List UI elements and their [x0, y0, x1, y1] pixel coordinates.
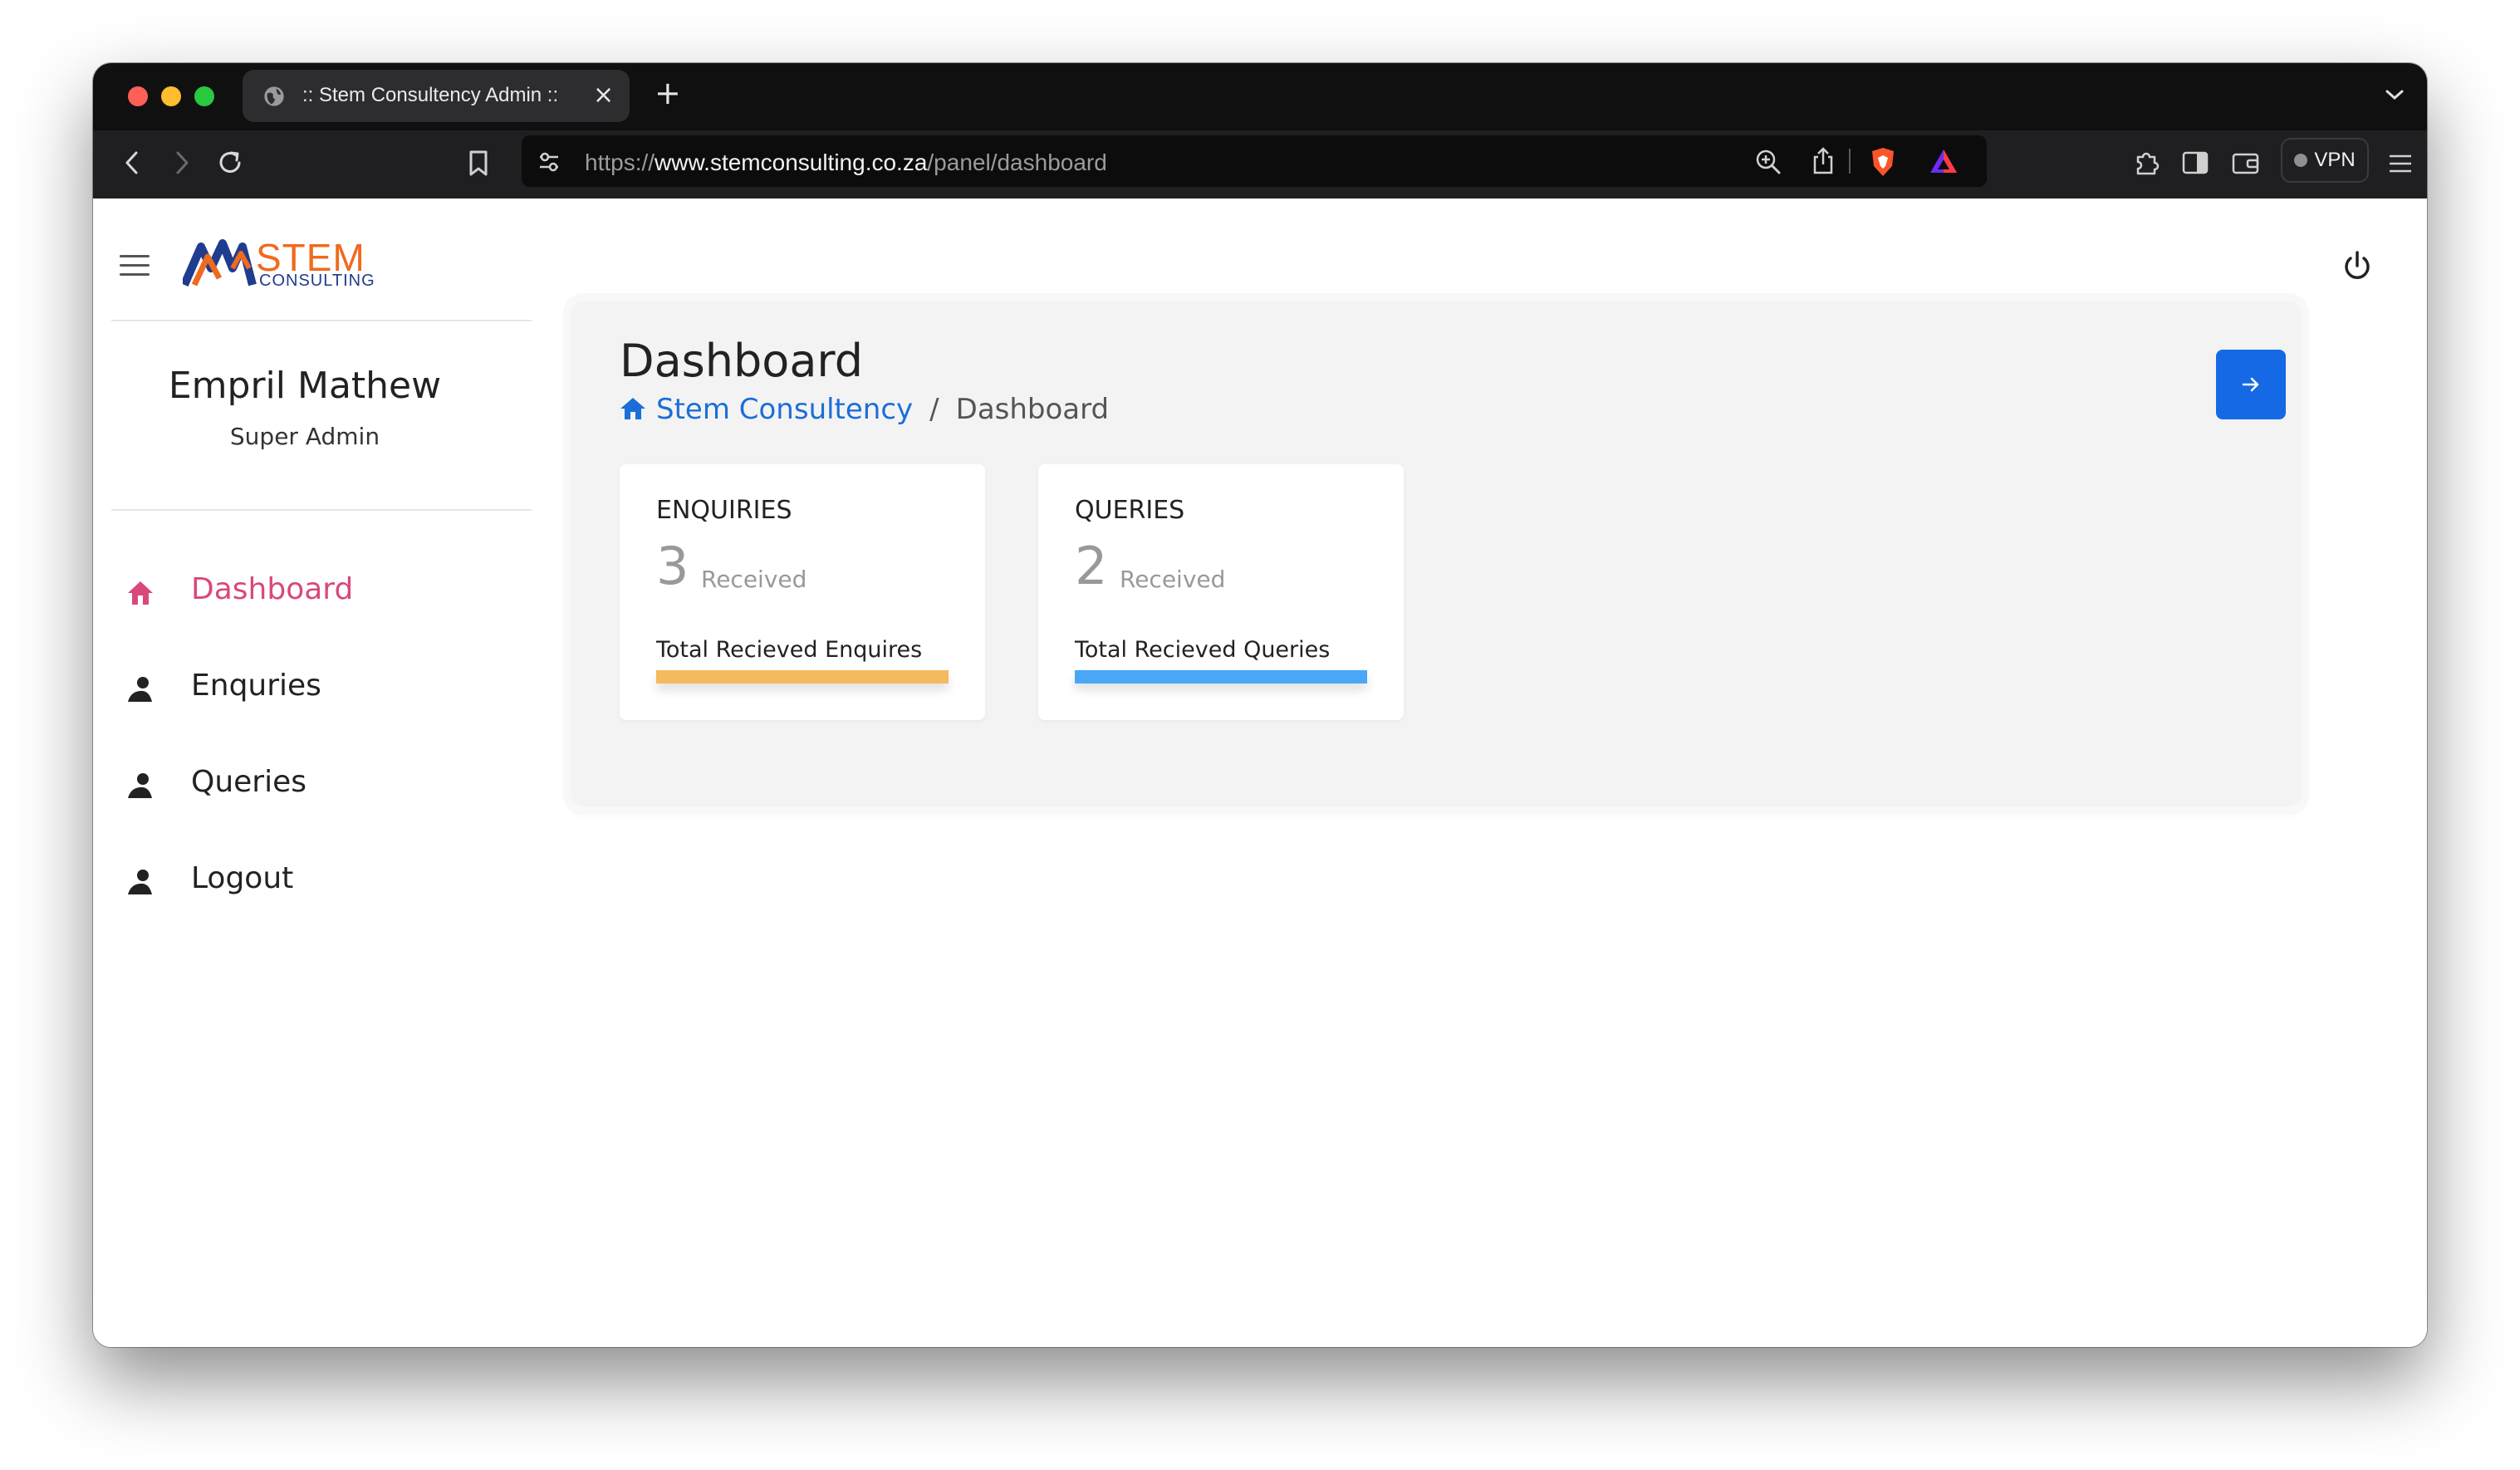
user-icon [128, 773, 152, 798]
sidebar-divider [111, 320, 532, 321]
brave-shields-icon[interactable] [1869, 146, 1897, 178]
home-icon[interactable] [620, 396, 646, 421]
minimize-window-button[interactable] [161, 86, 181, 106]
hamburger-icon[interactable] [120, 255, 150, 277]
enquiries-card[interactable]: ENQUIRIES 3 Received Total Recieved Enqu… [620, 464, 985, 720]
bookmark-icon[interactable] [467, 149, 490, 179]
extensions-icon[interactable] [2131, 149, 2161, 179]
site-settings-icon[interactable] [537, 149, 561, 174]
chevron-down-icon[interactable] [2384, 86, 2405, 103]
sidebar-item-label: Enquries [191, 669, 321, 703]
forward-action-button[interactable] [2216, 350, 2286, 419]
card-progress-bar [1075, 670, 1367, 684]
page-title: Dashboard [620, 335, 863, 387]
sidebar-item-logout[interactable]: Logout [126, 858, 525, 908]
user-name: Empril Mathew [168, 365, 442, 407]
close-window-button[interactable] [128, 86, 148, 106]
breadcrumb-home-link[interactable]: Stem Consultency [656, 393, 913, 426]
arrow-right-icon [2242, 377, 2259, 392]
forward-icon[interactable] [171, 149, 193, 177]
user-role: Super Admin [229, 423, 380, 450]
browser-window: :: Stem Consultency Admin :: × + https:/… [93, 63, 2427, 1347]
card-count: 2 [1075, 536, 1108, 596]
sidebar-item-label: Dashboard [191, 572, 354, 606]
house-icon [128, 581, 153, 605]
page: STEM CONSULTING Empril Mathew Super Admi… [93, 198, 2427, 1347]
card-count: 3 [656, 536, 689, 596]
card-title: ENQUIRIES [656, 496, 792, 525]
card-progress-bar [656, 670, 949, 684]
vpn-label: VPN [2314, 149, 2356, 171]
url-scheme: https:// [585, 149, 655, 175]
globe-icon [264, 86, 284, 106]
sidebar-toggle-icon[interactable] [2181, 150, 2209, 175]
queries-card[interactable]: QUERIES 2 Received Total Recieved Querie… [1038, 464, 1404, 720]
wallet-icon[interactable] [2231, 150, 2261, 175]
breadcrumb-current: Dashboard [955, 393, 1110, 426]
url-text[interactable]: https://www.stemconsulting.co.za/panel/d… [585, 149, 1107, 176]
address-bar[interactable]: https://www.stemconsulting.co.za/panel/d… [522, 135, 1987, 187]
card-title: QUERIES [1075, 496, 1185, 525]
vpn-button[interactable]: VPN [2281, 138, 2369, 183]
logo-mark-icon [180, 239, 257, 287]
url-path: /panel/dashboard [927, 149, 1107, 175]
breadcrumb-separator: / [929, 393, 939, 426]
sidebar-divider [111, 509, 532, 511]
dashboard-panel: Dashboard Stem Consultency / Dashboard ENQ… [571, 301, 2301, 806]
sidebar-item-label: Logout [191, 861, 294, 895]
new-tab-button[interactable]: + [655, 76, 681, 110]
card-unit: Received [1120, 566, 1226, 593]
vpn-status-icon [2294, 154, 2308, 167]
sidebar-item-label: Queries [191, 765, 307, 799]
card-progress-fill [656, 670, 949, 684]
power-icon[interactable] [2339, 248, 2375, 285]
share-icon[interactable] [1811, 146, 1836, 176]
card-unit: Received [701, 566, 807, 593]
logo-subtext: CONSULTING [259, 272, 375, 290]
close-tab-icon[interactable]: × [593, 81, 614, 110]
sidebar-item-enquries[interactable]: Enquries [126, 665, 525, 715]
user-icon [128, 677, 152, 702]
menu-icon[interactable] [2387, 152, 2414, 175]
sidebar-item-dashboard[interactable]: Dashboard [126, 569, 525, 619]
back-icon[interactable] [121, 149, 143, 177]
tab-title: :: Stem Consultency Admin :: [302, 84, 559, 106]
card-description: Total Recieved Queries [1075, 637, 1331, 663]
browser-toolbar: https://www.stemconsulting.co.za/panel/d… [93, 130, 2427, 198]
url-host: www.stemconsulting.co.za [655, 149, 928, 175]
toolbar-divider [1849, 149, 1851, 174]
user-icon [128, 870, 152, 894]
brave-rewards-icon[interactable] [1929, 148, 1959, 174]
zoom-icon[interactable] [1754, 148, 1782, 176]
reload-icon[interactable] [214, 147, 246, 179]
sidebar-item-queries[interactable]: Queries [126, 762, 525, 811]
card-description: Total Recieved Enquires [656, 637, 923, 663]
card-progress-fill [1075, 670, 1367, 684]
maximize-window-button[interactable] [194, 86, 214, 106]
browser-tab[interactable]: :: Stem Consultency Admin :: × [243, 70, 630, 122]
breadcrumb: Stem Consultency / Dashboard [620, 393, 1109, 426]
tab-bar: :: Stem Consultency Admin :: × + [93, 63, 2427, 130]
stem-logo[interactable]: STEM CONSULTING [180, 232, 375, 293]
